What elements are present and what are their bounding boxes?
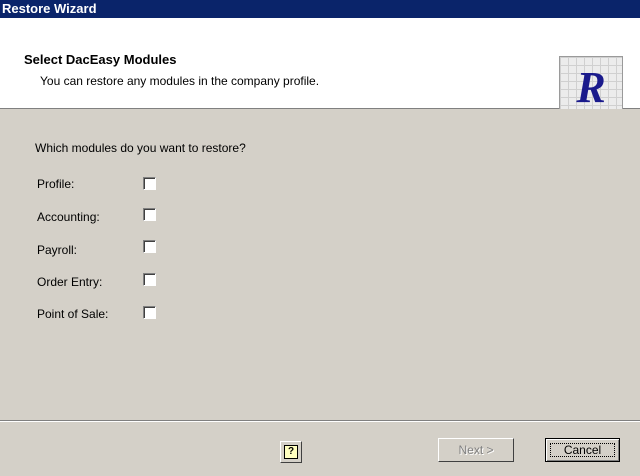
page-subtitle: You can restore any modules in the compa… — [40, 74, 320, 88]
module-label-point-of-sale: Point of Sale: — [37, 307, 109, 321]
page-title: Select DacEasy Modules — [24, 52, 177, 67]
focus-rectangle — [550, 443, 615, 457]
module-label-order-entry: Order Entry: — [37, 275, 103, 289]
module-label-profile: Profile: — [37, 177, 75, 191]
wizard-body — [0, 109, 640, 420]
checkbox-point-of-sale[interactable] — [143, 306, 156, 319]
cancel-button[interactable]: Cancel — [545, 438, 620, 462]
checkbox-accounting[interactable] — [143, 208, 156, 221]
checkbox-profile[interactable] — [143, 177, 156, 190]
wizard-footer — [0, 422, 640, 476]
help-button[interactable]: ? — [280, 441, 302, 463]
module-label-accounting: Accounting: — [37, 210, 100, 224]
next-button[interactable]: Next > — [438, 438, 514, 462]
question-text: Which modules do you want to restore? — [35, 141, 246, 155]
checkbox-order-entry[interactable] — [143, 273, 156, 286]
help-icon: ? — [284, 445, 298, 459]
wizard-header: Select DacEasy Modules You can restore a… — [0, 18, 640, 120]
module-label-payroll: Payroll: — [37, 243, 78, 257]
checkbox-payroll[interactable] — [143, 240, 156, 253]
title-bar: Restore Wizard — [0, 0, 640, 18]
